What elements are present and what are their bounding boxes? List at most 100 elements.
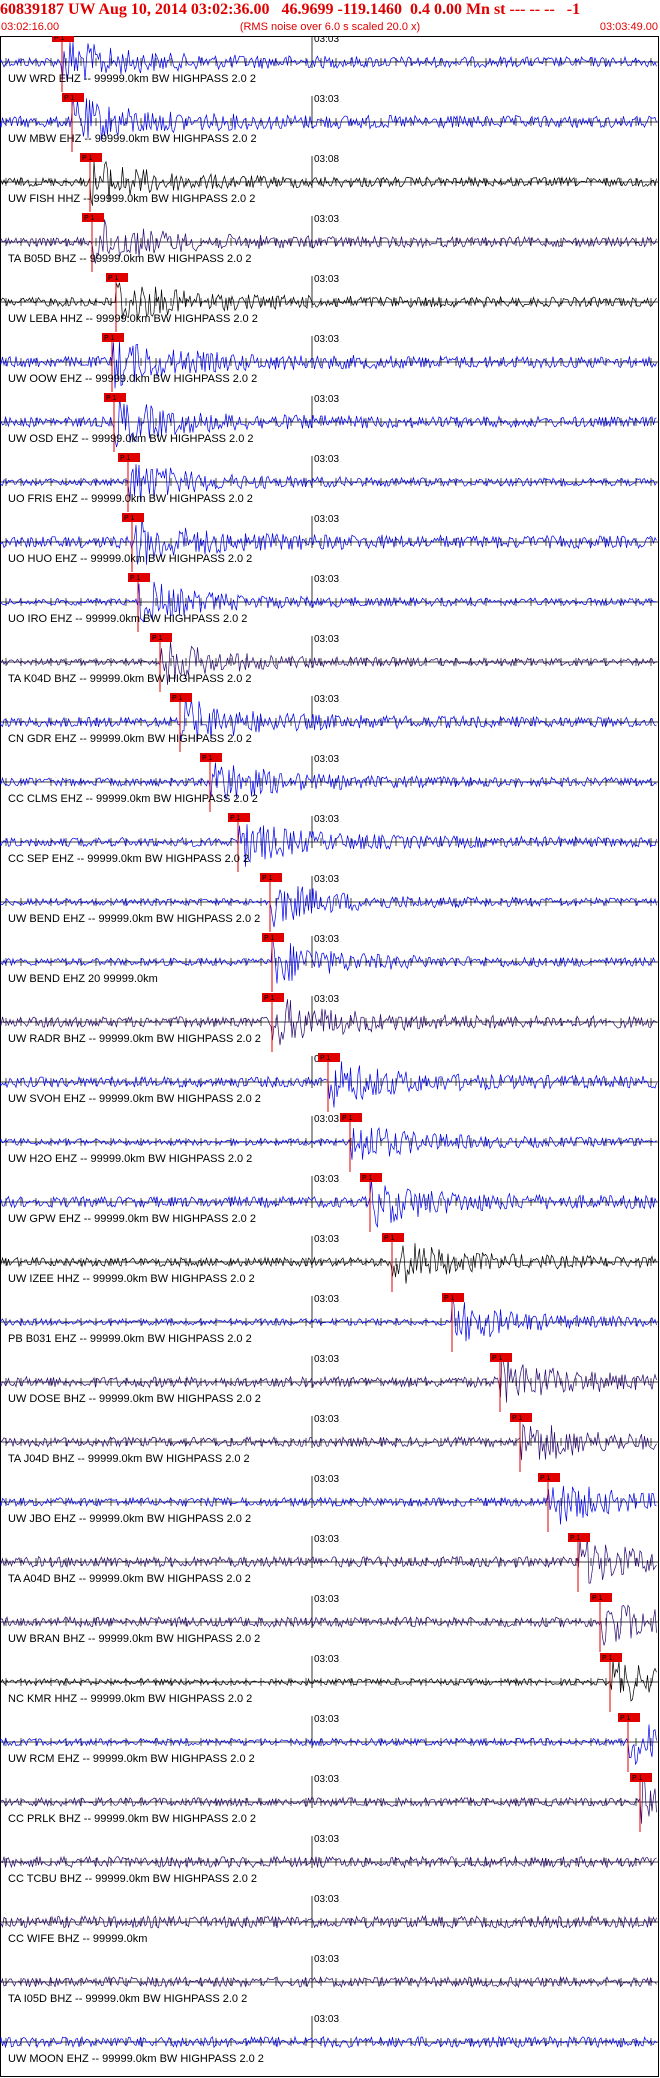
trace-row: 03:03 P 1 UW BEND EHZ 20 99999.0km — [0, 933, 658, 992]
station-label: CC SEP EHZ -- 99999.0km BW HIGHPASS 2.0 … — [8, 853, 249, 865]
minute-label: 03:03 — [314, 514, 339, 525]
trace-row: 03:03 P 1 UW BRAN BHZ -- 99999.0km BW HIGH… — [0, 1593, 658, 1652]
station-label: UW RCM EHZ -- 99999.0km BW HIGHPASS 2.0 … — [8, 1753, 255, 1765]
trace-row: 03:03 P 1 UO IRO EHZ -- 99999.0km BW HIGHP… — [0, 573, 658, 632]
trace-row: 03:03 P 1 UW OSD EHZ -- 99999.0km BW HIGHP… — [0, 393, 658, 452]
station-label: UW OSD EHZ -- 99999.0km BW HIGHPASS 2.0 … — [8, 433, 254, 445]
pick-label: P 1 — [342, 1115, 352, 1122]
minute-label: 03:03 — [314, 1714, 339, 1725]
pick-label: P 1 — [264, 935, 274, 942]
minute-label: 03:03 — [314, 1654, 339, 1665]
trace-row: 03:03 P 1 UW GPW EHZ -- 99999.0km BW HIGHP… — [0, 1173, 658, 1232]
station-label: UO HUO EHZ -- 99999.0km BW HIGHPASS 2.0 … — [8, 553, 252, 565]
station-label: UW RADR BHZ -- 99999.0km BW HIGHPASS 2.0… — [8, 1033, 261, 1045]
station-label: UO IRO EHZ -- 99999.0km BW HIGHPASS 2.0 … — [8, 613, 247, 625]
minute-label: 03:03 — [314, 994, 339, 1005]
pick-label: P 1 — [384, 1235, 394, 1242]
pick-label: P 1 — [106, 395, 116, 402]
minute-label: 03:03 — [314, 1114, 339, 1125]
minute-label: 03:03 — [314, 1594, 339, 1605]
minute-label: 03:03 — [314, 814, 339, 825]
minute-label: 03:03 — [314, 454, 339, 465]
pick-label: P 1 — [362, 1175, 372, 1182]
station-label: UW SVOH EHZ -- 99999.0km BW HIGHPASS 2.0… — [8, 1093, 261, 1105]
trace-row: 03:03 CC WIFE BHZ -- 99999.0km — [0, 1894, 658, 1945]
pick-label: P 1 — [64, 95, 74, 102]
end-time: 03:03:49.00 — [599, 21, 658, 33]
pick-label: P 1 — [262, 875, 272, 882]
trace-row: 03:03 P 1 UW WRD EHZ -- 99999.0km BW HIGHP… — [0, 36, 658, 92]
station-label: TA A04D BHZ -- 99999.0km BW HIGHPASS 2.0… — [8, 1573, 251, 1585]
pick-label: P 1 — [540, 1475, 550, 1482]
minute-label: 03:03 — [314, 1834, 339, 1845]
station-label: PB B031 EHZ -- 99999.0km BW HIGHPASS 2.0… — [8, 1333, 252, 1345]
trace-row: 03:03 P 1 UW DOSE BHZ -- 99999.0km BW HIGH… — [0, 1353, 658, 1412]
trace-row: 03:03 P 1 TA A04D BHZ -- 99999.0km BW HIGH… — [0, 1533, 658, 1592]
minute-label: 03:03 — [314, 2014, 339, 2025]
trace-row: 03:03 P 1 UO HUO EHZ -- 99999.0km BW HIGHP… — [0, 513, 658, 572]
station-label: UW WRD EHZ -- 99999.0km BW HIGHPASS 2.0 … — [8, 73, 256, 85]
minute-label: 03:03 — [314, 1774, 339, 1785]
minute-label: 03:03 — [314, 394, 339, 405]
pick-label: P 1 — [492, 1355, 502, 1362]
minute-label: 03:03 — [314, 94, 339, 105]
minute-label: 03:03 — [314, 574, 339, 585]
minute-label: 03:03 — [314, 754, 339, 765]
pick-label: P 1 — [82, 155, 92, 162]
minute-label: 03:03 — [314, 1474, 339, 1485]
station-label: CC CLMS EHZ -- 99999.0km BW HIGHPASS 2.0… — [8, 793, 258, 805]
trace-row: 03:03P 1UW SVOH EHZ -- 99999.0km BW HIGH… — [0, 1053, 658, 1112]
pick-label: P 1 — [104, 335, 114, 342]
station-label: UW BRAN BHZ -- 99999.0km BW HIGHPASS 2.0… — [8, 1633, 260, 1645]
trace-row: 03:03 UW MOON EHZ -- 99999.0km BW HIGHPAS… — [0, 2014, 658, 2065]
station-label: CC WIFE BHZ -- 99999.0km — [8, 1933, 147, 1945]
station-label: UW GPW EHZ -- 99999.0km BW HIGHPASS 2.0 … — [8, 1213, 256, 1225]
station-label: UW IZEE HHZ -- 99999.0km BW HIGHPASS 2.0… — [8, 1273, 255, 1285]
minute-label: 03:03 — [314, 694, 339, 705]
seismogram-panel: 03:03 P 1 UW WRD EHZ -- 99999.0km BW HIGHP… — [0, 36, 659, 2077]
station-label: UO FRIS EHZ -- 99999.0km BW HIGHPASS 2.0… — [8, 493, 253, 505]
station-label: NC KMR HHZ -- 99999.0km BW HIGHPASS 2.0 … — [8, 1693, 252, 1705]
minute-label: 03:03 — [314, 274, 339, 285]
trace-row: 03:03 P 1 TA J04D BHZ -- 99999.0km BW HIGH… — [0, 1413, 658, 1472]
trace-row: 03:03 P 1 CC CLMS EHZ -- 99999.0km BW HIGH… — [0, 753, 658, 812]
pick-label: P 1 — [172, 695, 182, 702]
station-label: UW BEND EHZ -- 99999.0km BW HIGHPASS 2.0… — [8, 913, 260, 925]
pick-label: P 1 — [620, 1715, 630, 1722]
minute-label: 03:03 — [314, 1954, 339, 1965]
minute-label: 03:03 — [314, 214, 339, 225]
station-label: CC TCBU BHZ -- 99999.0km BW HIGHPASS 2.0… — [8, 1873, 257, 1885]
trace-row: 03:03 P 1 UW RADR BHZ -- 99999.0km BW HIGH… — [0, 993, 658, 1052]
station-label: UW H2O EHZ -- 99999.0km BW HIGHPASS 2.0 … — [8, 1153, 252, 1165]
pick-label: P 1 — [230, 815, 240, 822]
pick-label: P 1 — [84, 215, 94, 222]
trace-row: 03:03 P 1 CN GDR EHZ -- 99999.0km BW HIGHP… — [0, 693, 658, 752]
station-label: UW JBO EHZ -- 99999.0km BW HIGHPASS 2.0 … — [8, 1513, 251, 1525]
trace-row: 03:03 P 1 TA K04D BHZ -- 99999.0km BW HIGH… — [0, 633, 658, 692]
pick-label: P 1 — [108, 275, 118, 282]
trace-row: 03:03 P 1 UW MBW EHZ -- 99999.0km BW HIGHP… — [0, 92, 658, 152]
trace-row: 03:03 P 1 UW IZEE HHZ -- 99999.0km BW HIGH… — [0, 1233, 658, 1292]
pick-label: P 1 — [152, 635, 162, 642]
pick-label: P 1 — [130, 575, 140, 582]
station-label: TA J04D BHZ -- 99999.0km BW HIGHPASS 2.0… — [8, 1453, 250, 1465]
pick-label: P 1 — [320, 1055, 330, 1062]
trace-row: 03:03 CC TCBU BHZ -- 99999.0km BW HIGHPAS… — [0, 1834, 658, 1885]
trace-row: 03:03 P 1 UO FRIS EHZ -- 99999.0km BW HIGH… — [0, 453, 658, 512]
station-label: CC PRLK BHZ -- 99999.0km BW HIGHPASS 2.0… — [8, 1813, 256, 1825]
trace-row: 03:03 P 1 PB B031 EHZ -- 99999.0km BW HIGH… — [0, 1293, 658, 1352]
pick-label: P 1 — [54, 36, 64, 42]
station-label: TA I05D BHZ -- 99999.0km BW HIGHPASS 2.0… — [8, 1993, 247, 2005]
minute-label: 03:03 — [314, 36, 339, 45]
minute-label: 03:08 — [314, 154, 339, 165]
trace-row: 03:03 P 1 TA B05D BHZ -- 99999.0km BW HIGH… — [0, 213, 658, 272]
trace-row: 03:03 TA I05D BHZ -- 99999.0km BW HIGHPAS… — [0, 1954, 658, 2005]
station-label: UW OOW EHZ -- 99999.0km BW HIGHPASS 2.0 … — [8, 373, 257, 385]
minute-label: 03:03 — [314, 1294, 339, 1305]
trace-row: 03:03 P 1 UW OOW EHZ -- 99999.0km BW HIGHP… — [0, 333, 658, 392]
pick-label: P 1 — [602, 1655, 612, 1662]
minute-label: 03:03 — [314, 334, 339, 345]
trace-row: 03:03 P 1 UW LEBA HHZ -- 99999.0km BW HIGH… — [0, 273, 658, 332]
station-label: UW MOON EHZ -- 99999.0km BW HIGHPASS 2.0… — [8, 2053, 264, 2065]
trace-row: 03:03 P 1 CC PRLK BHZ -- 99999.0km BW HIGH… — [0, 1773, 658, 1832]
